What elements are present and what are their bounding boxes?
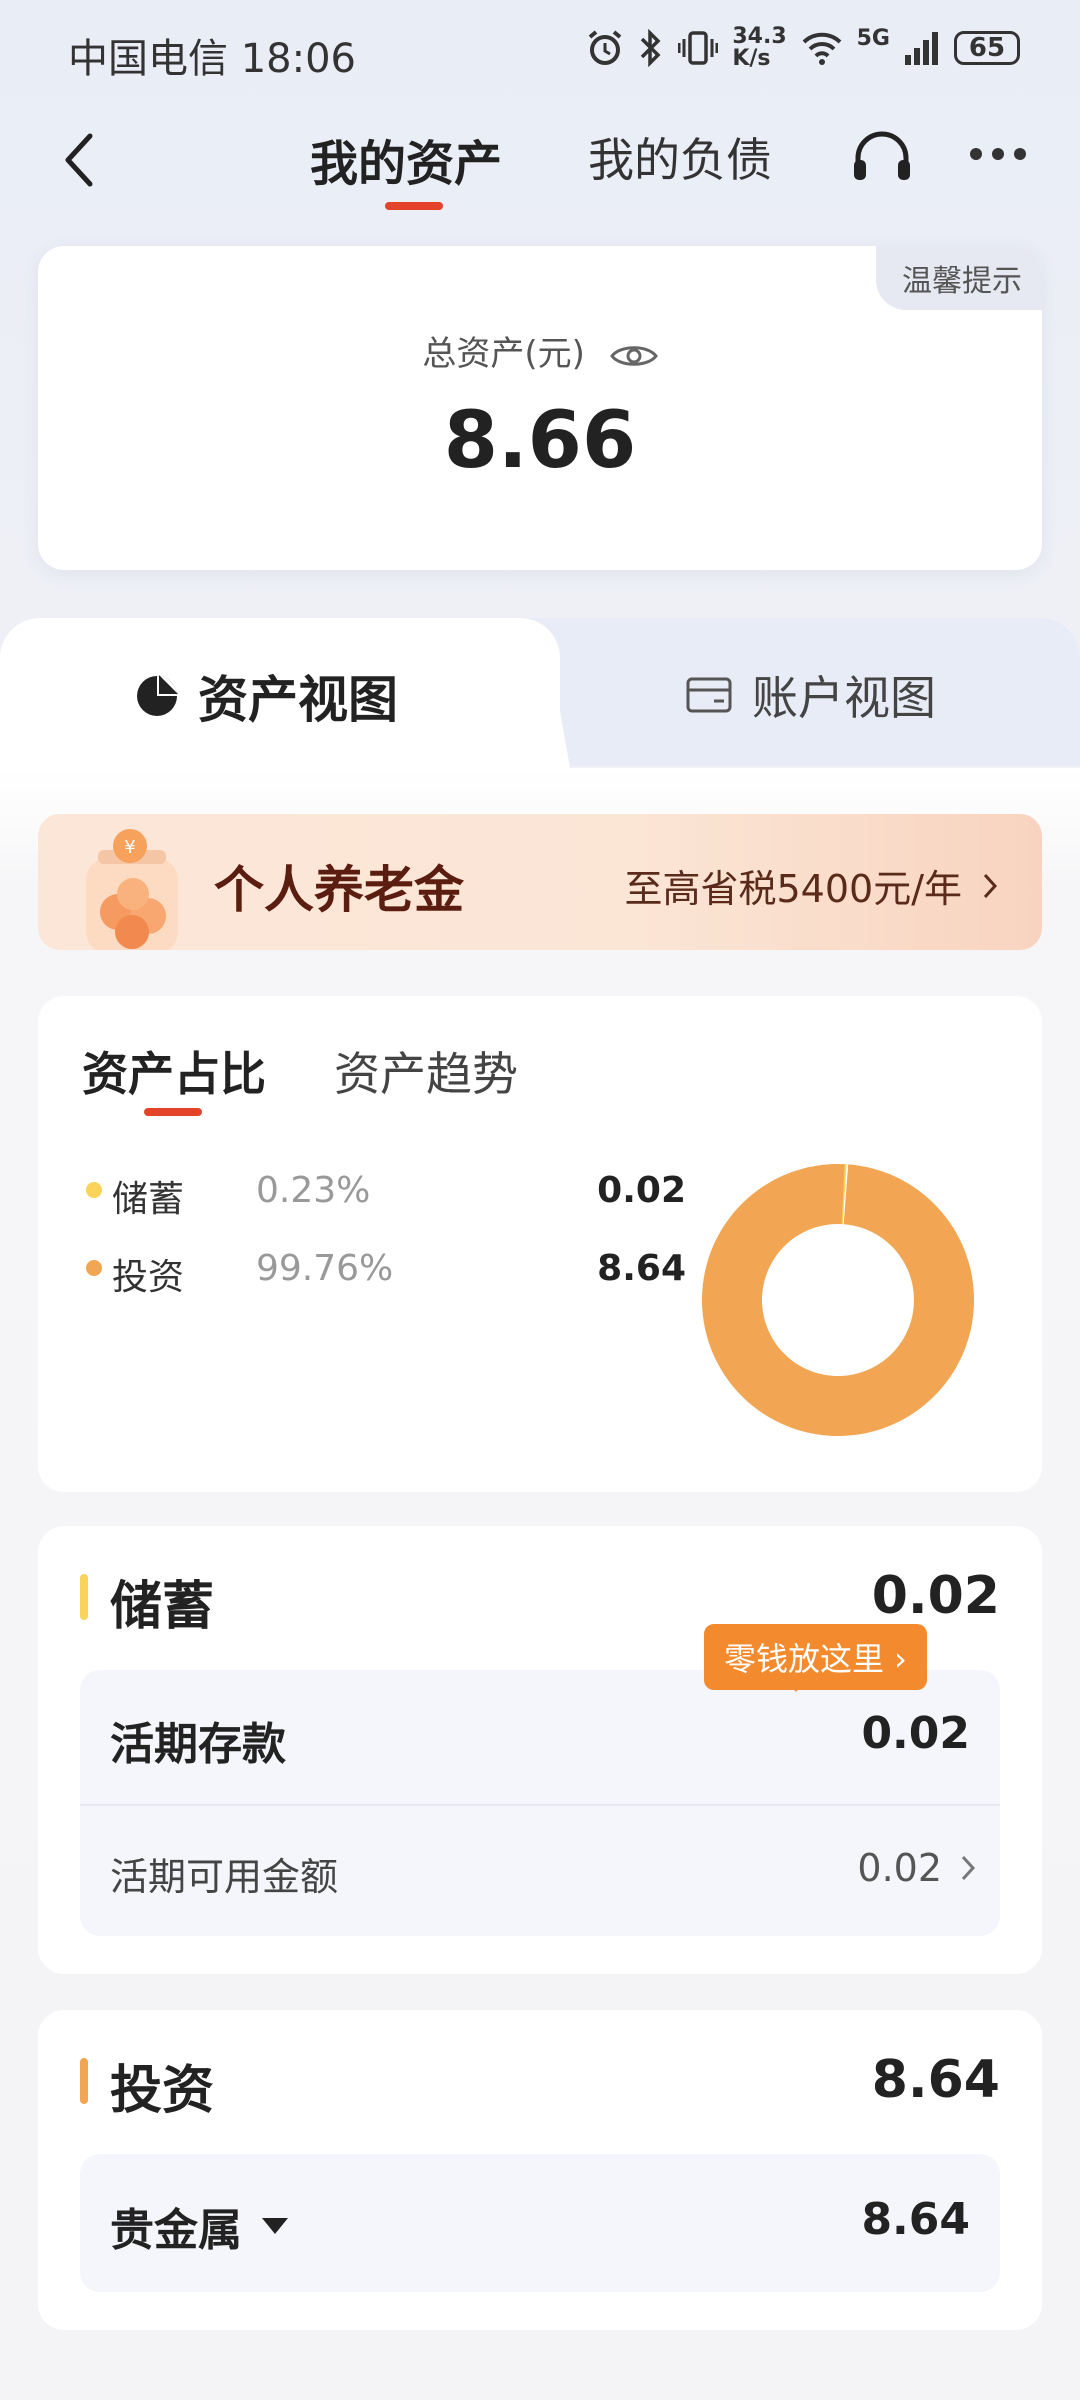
precious-metal-block[interactable]: 贵金属 8.64 xyxy=(80,2154,1000,2292)
warm-tip-tag[interactable]: 温馨提示 xyxy=(876,246,1042,310)
legend-item-investment: 投资 99.76% 8.64 xyxy=(86,1240,686,1300)
precious-metal-row[interactable]: 贵金属 8.64 xyxy=(80,2154,1000,2292)
available-amount-value: 0.02 xyxy=(857,1846,976,1890)
network-speed: 34.3 K/s xyxy=(732,24,787,71)
network-type: 5G xyxy=(856,26,890,51)
status-bar: 中国电信 18:06 34.3 K/s 5G 65 xyxy=(0,0,1080,100)
demand-deposit-block: 活期存款 0.02 活期可用金额 0.02 xyxy=(80,1670,1000,1936)
savings-title: 储蓄 xyxy=(110,1577,215,1637)
banner-title: 个人养老金 xyxy=(214,861,464,919)
precious-metal-label: 贵金属 xyxy=(110,2194,290,2258)
legend-dot-investment xyxy=(86,1260,102,1276)
investment-accent-bar xyxy=(80,2058,88,2104)
demand-deposit-value: 0.02 xyxy=(861,1708,970,1759)
change-here-bubble[interactable]: 零钱放这里 › xyxy=(704,1624,927,1690)
carrier-time: 中国电信 18:06 xyxy=(68,36,356,82)
battery-icon: 65 xyxy=(954,31,1020,65)
savings-section: 储蓄 0.02 活期存款 0.02 活期可用金额 0.02 xyxy=(38,1526,1042,1974)
vibrate-icon xyxy=(678,31,719,65)
coin-jar-icon: ¥ xyxy=(86,829,178,950)
back-arrow-icon[interactable] xyxy=(60,130,100,190)
legend-dot-savings xyxy=(86,1182,102,1198)
alarm-icon xyxy=(589,30,622,65)
demand-deposit-label: 活期存款 xyxy=(110,1719,286,1770)
caret-down-icon[interactable] xyxy=(260,2216,290,2236)
pension-banner[interactable]: ¥ 个人养老金 至高省税5400元/年 xyxy=(38,814,1042,950)
bluetooth-icon xyxy=(641,28,661,68)
legend-item-savings: 储蓄 0.23% 0.02 xyxy=(86,1162,686,1222)
investment-section: 投资 8.64 贵金属 8.64 xyxy=(38,2010,1042,2330)
tab-asset-ratio[interactable]: 资产占比 xyxy=(82,1038,266,1104)
tab-my-liabilities[interactable]: 我的负债 xyxy=(588,124,772,190)
signal-icon xyxy=(905,32,938,65)
active-tab-indicator xyxy=(385,202,443,210)
donut-slice-investment xyxy=(702,1164,974,1436)
chevron-right-icon xyxy=(961,1855,976,1881)
tab-asset-trend[interactable]: 资产趋势 xyxy=(334,1038,518,1104)
view-tabs: 资产视图 账户视图 xyxy=(0,618,1080,768)
status-icons: 34.3 K/s 5G 65 xyxy=(586,26,1020,70)
investment-title: 投资 xyxy=(110,2061,215,2121)
chevron-right-icon xyxy=(983,873,998,898)
total-assets-label: 总资产(元) xyxy=(38,326,1042,375)
total-assets-card: 温馨提示 总资产(元) 8.66 xyxy=(38,246,1042,570)
total-assets-value: 8.66 xyxy=(443,396,637,486)
available-amount-label: 活期可用金额 xyxy=(110,1855,339,1899)
tab-asset-view[interactable]: 资产视图 xyxy=(134,660,398,732)
savings-accent-bar xyxy=(80,1574,88,1620)
wifi-icon xyxy=(802,32,842,65)
pie-chart-icon xyxy=(137,675,178,716)
tab-my-assets[interactable]: 我的资产 xyxy=(310,124,502,194)
customer-service-headset-icon[interactable] xyxy=(850,130,914,186)
card-icon xyxy=(686,677,732,713)
more-options-icon[interactable] xyxy=(970,148,1026,160)
nav-bar: 我的资产 我的负债 xyxy=(0,100,1080,220)
savings-total: 0.02 xyxy=(871,1566,1000,1626)
eye-icon[interactable] xyxy=(609,341,658,371)
ratio-tab-indicator xyxy=(144,1108,202,1116)
investment-total: 8.64 xyxy=(871,2050,1000,2110)
demand-deposit-row[interactable]: 活期存款 0.02 xyxy=(80,1670,1000,1804)
available-amount-row[interactable]: 活期可用金额 0.02 xyxy=(80,1806,1000,1936)
banner-subtitle: 至高省税5400元/年 xyxy=(624,858,998,913)
asset-donut-chart xyxy=(702,1164,974,1436)
tab-account-view[interactable]: 账户视图 xyxy=(686,662,936,728)
precious-metal-value: 8.64 xyxy=(861,2194,970,2245)
svg-text:¥: ¥ xyxy=(124,837,135,858)
asset-allocation-card: 资产占比 资产趋势 储蓄 0.23% 0.02 投资 99.76% 8.64 xyxy=(38,996,1042,1492)
